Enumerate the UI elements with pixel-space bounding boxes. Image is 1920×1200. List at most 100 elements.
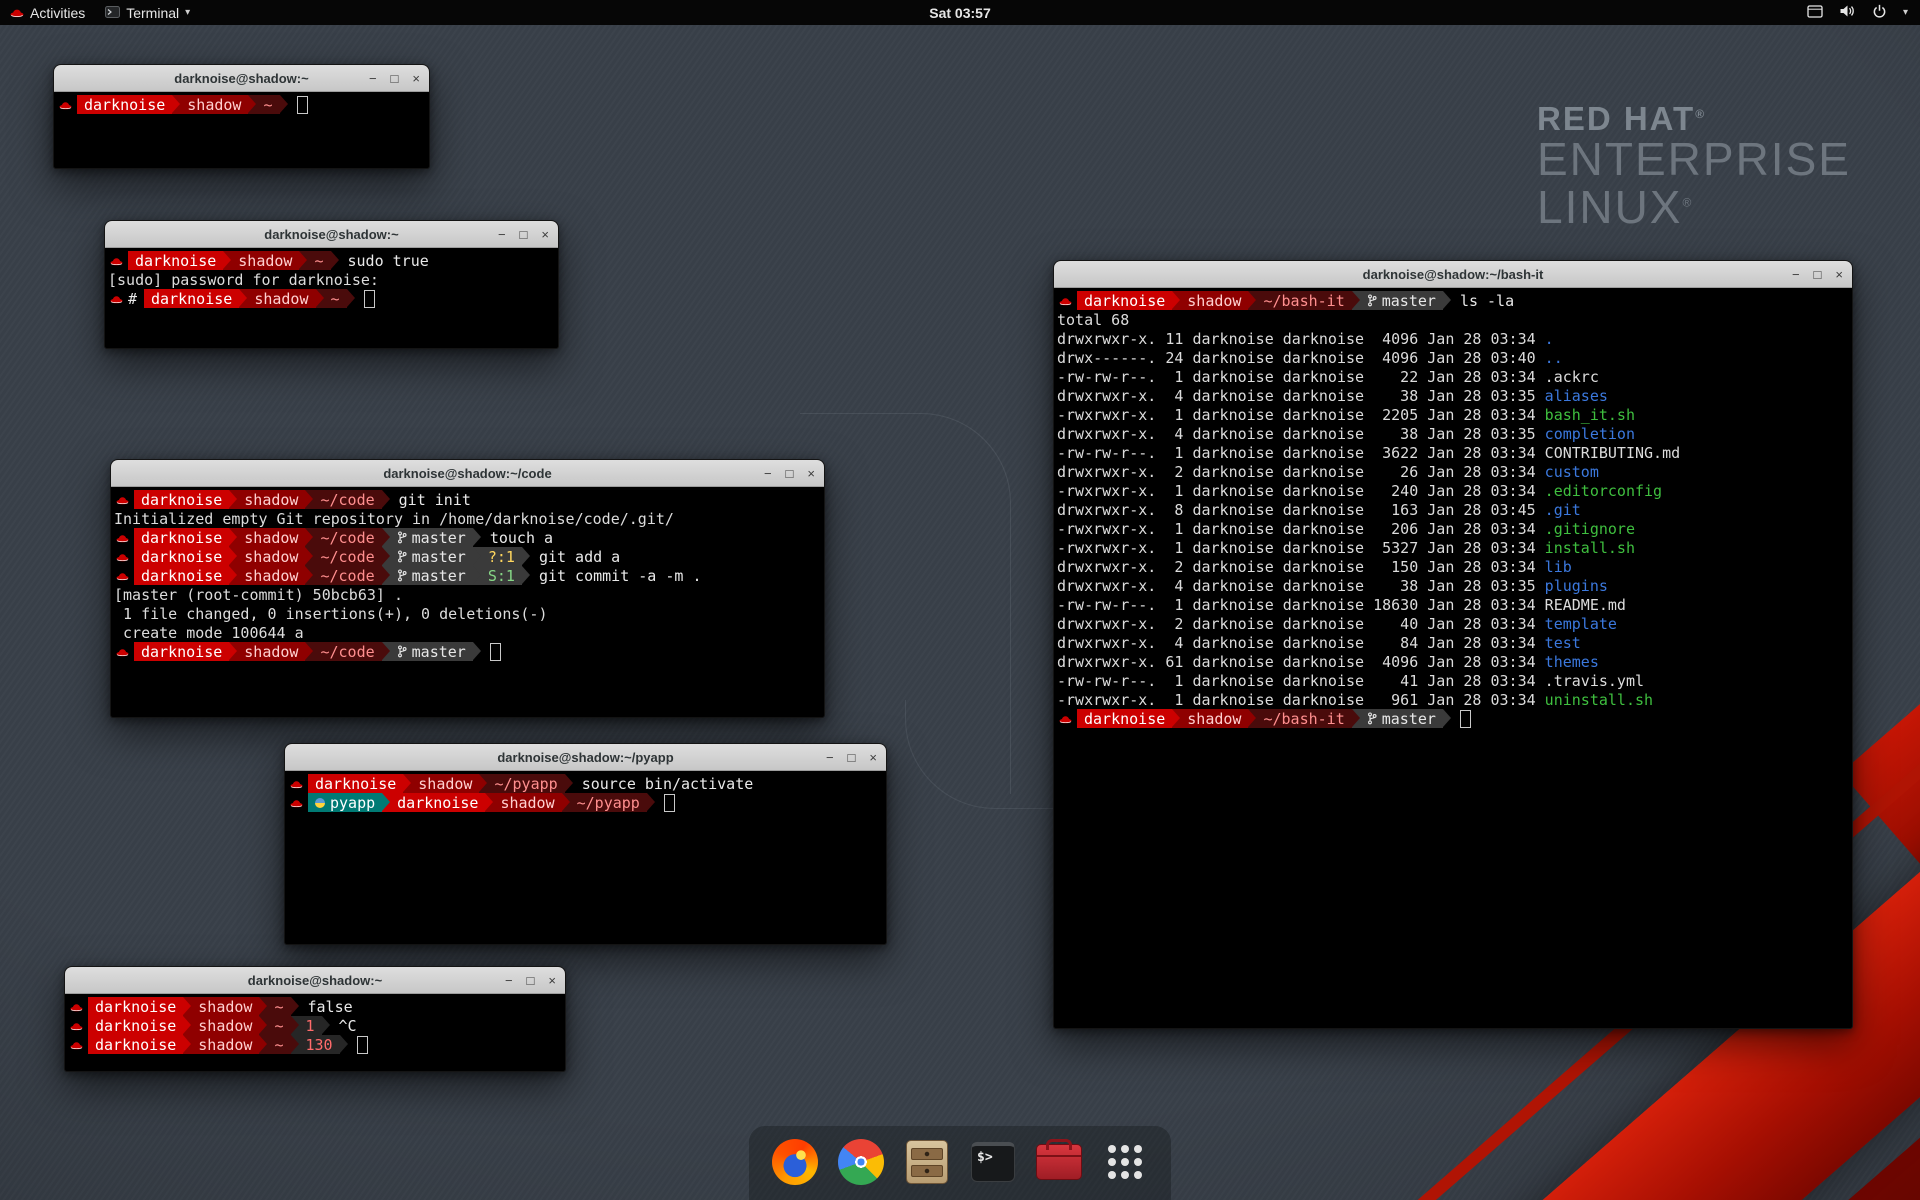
ls-line-fields: -rwxrwxr-x. 1 darknoise darknoise 2205 J…	[1057, 406, 1545, 424]
terminal-window-pyapp[interactable]: darknoise@shadow:~/pyapp −□× darknoisesh…	[284, 743, 887, 945]
maximize-button[interactable]: □	[848, 751, 856, 764]
terminal-line: total 68	[1057, 310, 1849, 329]
command-text: git add a	[530, 548, 620, 566]
terminal-content[interactable]: darknoiseshadow~/pyappsource bin/activat…	[285, 771, 886, 944]
terminal-line: -rwxrwxr-x. 1 darknoise darknoise 5327 J…	[1057, 538, 1849, 557]
terminal-window-home-1[interactable]: darknoise@shadow:~ −□× darknoiseshadow~	[53, 64, 430, 169]
minimize-button[interactable]: −	[498, 228, 506, 241]
redhat-fedora-icon	[68, 1021, 88, 1031]
close-button[interactable]: ×	[412, 72, 420, 85]
chrome-icon	[838, 1139, 884, 1185]
prompt-segment-user: darknoise	[1077, 291, 1172, 310]
prompt-segment-user: darknoise	[88, 997, 183, 1016]
powerline-separator	[305, 528, 313, 547]
terminal-content[interactable]: darknoiseshadow~	[54, 92, 429, 168]
dock-item-app-grid[interactable]	[1099, 1136, 1151, 1188]
powerline-separator	[316, 289, 324, 308]
dock-item-toolbox[interactable]	[1033, 1136, 1085, 1188]
output-text: [sudo] password for darknoise:	[108, 271, 379, 289]
prompt-segment-host: shadow	[237, 528, 305, 547]
maximize-button[interactable]: □	[1814, 268, 1822, 281]
minimize-button[interactable]: −	[826, 751, 834, 764]
app-menu-label: Terminal	[126, 5, 179, 21]
maximize-button[interactable]: □	[527, 974, 535, 987]
minimize-button[interactable]: −	[505, 974, 513, 987]
terminal-window-home-2[interactable]: darknoise@shadow:~ −□× darknoiseshadow~f…	[64, 966, 566, 1072]
prompt-segment-host: shadow	[237, 490, 305, 509]
titlebar[interactable]: darknoise@shadow:~ −□×	[65, 967, 565, 994]
titlebar[interactable]: darknoise@shadow:~ −□×	[105, 221, 558, 248]
powerline-separator	[305, 642, 313, 661]
close-button[interactable]: ×	[807, 467, 815, 480]
terminal-line: darknoiseshadow~/codemasterS:1git commit…	[114, 566, 821, 585]
terminal-line: -rw-rw-r--. 1 darknoise darknoise 41 Jan…	[1057, 671, 1849, 690]
maximize-button[interactable]: □	[786, 467, 794, 480]
app-menu-terminal[interactable]: Terminal ▾	[95, 0, 200, 25]
terminal-menu-icon	[105, 5, 120, 21]
terminal-window-sudo[interactable]: darknoise@shadow:~ −□× darknoiseshadow~s…	[104, 220, 559, 349]
prompt-segment-gits: S:1	[481, 566, 522, 585]
prompt-segment-host: shadow	[493, 793, 561, 812]
powerline-separator	[280, 95, 288, 114]
titlebar[interactable]: darknoise@shadow:~/pyapp −□×	[285, 744, 886, 771]
minimize-button[interactable]: −	[1792, 268, 1800, 281]
terminal-line: [master (root-commit) 50bcb63] .	[114, 585, 821, 604]
terminal-window-code[interactable]: darknoise@shadow:~/code −□× darknoisesha…	[110, 459, 825, 718]
titlebar[interactable]: darknoise@shadow:~/bash-it −□×	[1054, 261, 1852, 288]
close-button[interactable]: ×	[548, 974, 556, 987]
activities-button[interactable]: Activities	[0, 0, 95, 25]
prompt-segment-host: shadow	[180, 95, 248, 114]
terminal-content[interactable]: darknoiseshadow~falsedarknoiseshadow~1^C…	[65, 994, 565, 1071]
output-text: 1 file changed, 0 insertions(+), 0 delet…	[114, 605, 547, 623]
command-text: touch a	[481, 529, 553, 547]
terminal-line: Initialized empty Git repository in /hom…	[114, 509, 821, 528]
prompt-segment-user: darknoise	[134, 566, 229, 585]
terminal-window-bash-it[interactable]: darknoise@shadow:~/bash-it −□× darknoise…	[1053, 260, 1853, 1029]
volume-icon[interactable]	[1839, 4, 1856, 21]
dock-item-files[interactable]	[901, 1136, 953, 1188]
powerline-separator	[183, 1016, 191, 1035]
minimize-button[interactable]: −	[369, 72, 377, 85]
chevron-down-icon[interactable]: ▾	[1903, 7, 1908, 18]
window-switcher-icon[interactable]	[1807, 5, 1823, 21]
prompt-segment-user: darknoise	[308, 774, 403, 793]
dock-item-terminal[interactable]: $>	[967, 1136, 1019, 1188]
titlebar[interactable]: darknoise@shadow:~ −□×	[54, 65, 429, 92]
maximize-button[interactable]: □	[391, 72, 399, 85]
terminal-content[interactable]: darknoiseshadow~/bash-itmasterls -latota…	[1054, 288, 1852, 1028]
redhat-fedora-icon	[68, 1040, 88, 1050]
powerline-separator	[1248, 709, 1256, 728]
ls-line-fields: drwxrwxr-x. 2 darknoise darknoise 26 Jan…	[1057, 463, 1545, 481]
titlebar[interactable]: darknoise@shadow:~/code −□×	[111, 460, 824, 487]
terminal-content[interactable]: darknoiseshadow~sudo true[sudo] password…	[105, 248, 558, 348]
power-icon[interactable]	[1872, 4, 1887, 22]
prompt-segment-git: master	[390, 547, 473, 566]
ls-line-fields: -rw-rw-r--. 1 darknoise darknoise 3622 J…	[1057, 444, 1545, 462]
dock-item-firefox[interactable]	[769, 1136, 821, 1188]
powerline-separator	[291, 1016, 299, 1035]
terminal-line: darknoiseshadow~1^C	[68, 1016, 562, 1035]
prompt-segment-path: ~	[267, 1016, 290, 1035]
prompt-segment-host: shadow	[191, 1016, 259, 1035]
minimize-button[interactable]: −	[764, 467, 772, 480]
ls-file-name: ..	[1545, 349, 1563, 367]
powerline-separator	[522, 547, 530, 566]
maximize-button[interactable]: □	[520, 228, 528, 241]
close-button[interactable]: ×	[869, 751, 877, 764]
terminal-content[interactable]: darknoiseshadow~/codegit initInitialized…	[111, 487, 824, 717]
file-manager-icon	[906, 1140, 948, 1184]
powerline-separator	[473, 642, 481, 661]
dock-item-chrome[interactable]	[835, 1136, 887, 1188]
terminal-cursor	[297, 96, 308, 114]
powerline-separator	[647, 793, 655, 812]
prompt-segment-user: darknoise	[88, 1035, 183, 1054]
close-button[interactable]: ×	[541, 228, 549, 241]
ls-file-name: .gitignore	[1545, 520, 1635, 538]
prompt-segment-host: shadow	[237, 547, 305, 566]
prompt-segment-user: darknoise	[134, 528, 229, 547]
close-button[interactable]: ×	[1835, 268, 1843, 281]
ls-file-name: .git	[1545, 501, 1581, 519]
ls-line-fields: drwxrwxr-x. 2 darknoise darknoise 150 Ja…	[1057, 558, 1545, 576]
clock[interactable]: Sat 03:57	[929, 5, 990, 21]
terminal-line: -rwxrwxr-x. 1 darknoise darknoise 2205 J…	[1057, 405, 1849, 424]
